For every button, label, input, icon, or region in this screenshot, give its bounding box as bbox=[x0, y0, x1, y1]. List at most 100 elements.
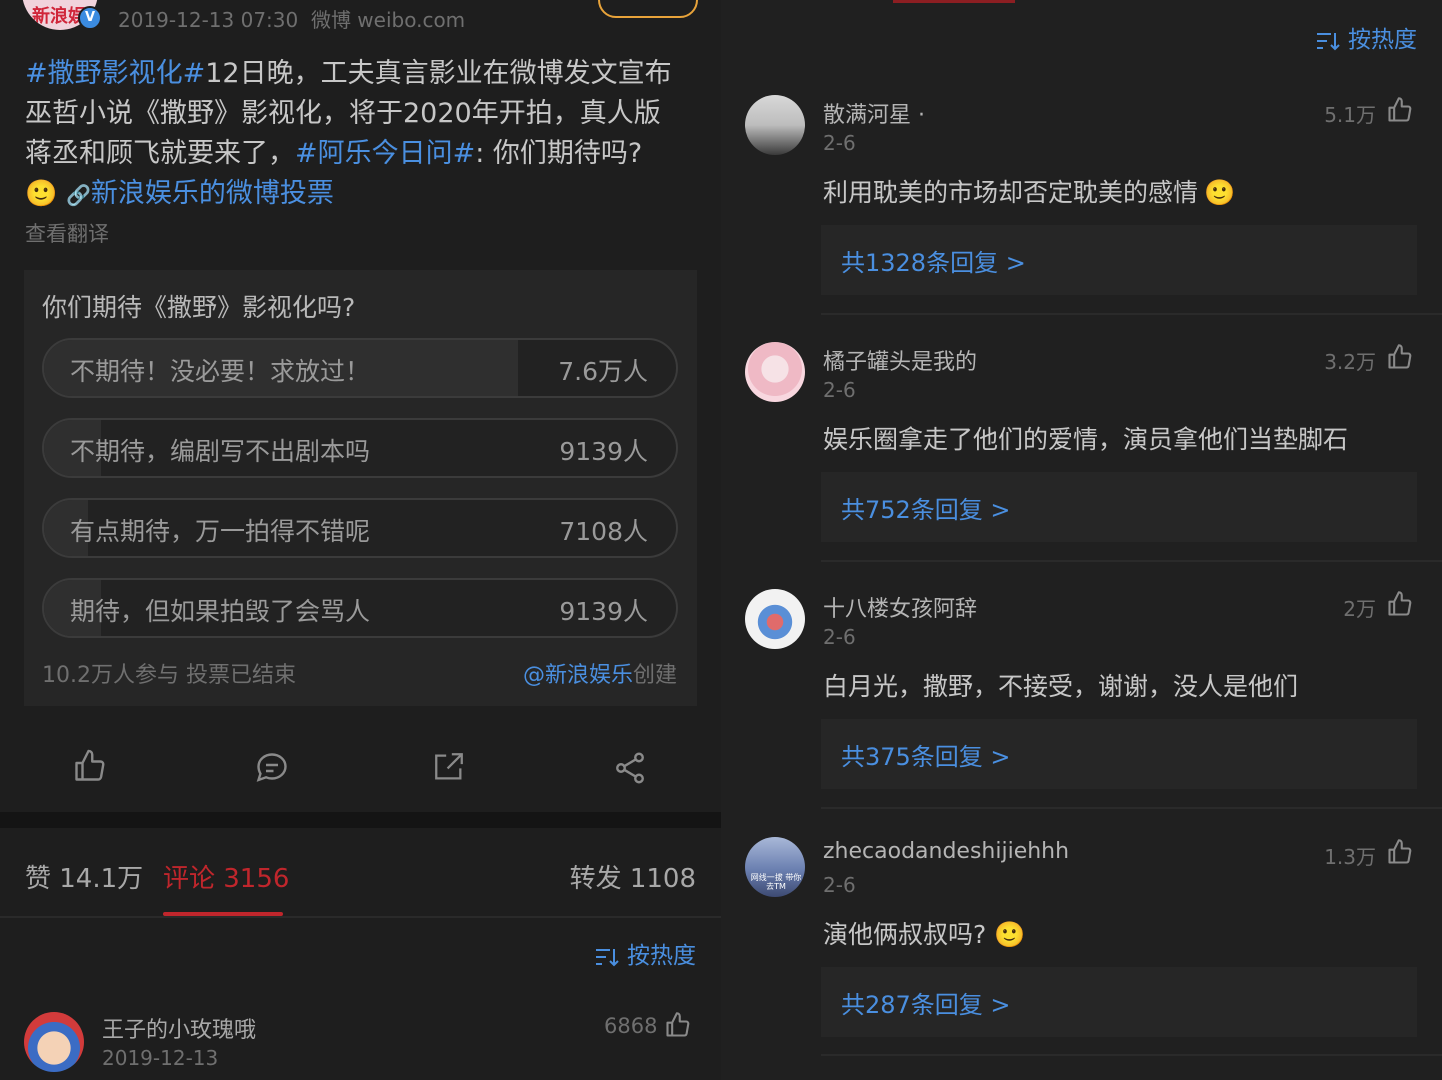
creator-link[interactable]: @新浪娱乐 bbox=[523, 663, 633, 688]
thumb-up-icon bbox=[1388, 591, 1412, 616]
comment-date: 2-6 bbox=[823, 625, 856, 649]
smile-emoji-icon: 🙂 bbox=[994, 920, 1026, 949]
smile-emoji-icon: 🙂 bbox=[25, 179, 58, 209]
commenter-avatar[interactable]: 网线一拔 带你去TM bbox=[745, 837, 805, 897]
comment-date: 2019-12-13 bbox=[102, 1046, 219, 1070]
vote-link[interactable]: 新浪娱乐的微博投票 bbox=[91, 178, 334, 209]
poll-option-1[interactable]: 不期待！没必要！求放过！ 7.6万人 bbox=[42, 338, 678, 398]
poll-option-3[interactable]: 有点期待，万一拍得不错呢 7108人 bbox=[42, 498, 678, 558]
repost-action-button[interactable] bbox=[432, 750, 472, 790]
commenter-username[interactable]: 橘子罐头是我的 bbox=[823, 344, 977, 376]
commenter-username[interactable]: zhecaodandeshijiehhh bbox=[823, 839, 1069, 864]
comment-item: 网线一拔 带你去TM zhecaodandeshijiehhh 2-6 1.3万… bbox=[721, 837, 1442, 1057]
poll-option-count: 9139人 bbox=[559, 437, 648, 466]
comment-like-button[interactable] bbox=[1386, 342, 1414, 376]
follow-button[interactable] bbox=[598, 0, 698, 18]
comment-date: 2-6 bbox=[823, 378, 856, 402]
post-text-line3: 蒋丞和顾飞就要来了， bbox=[25, 138, 295, 169]
thumb-up-icon bbox=[75, 749, 105, 781]
commenter-username[interactable]: 王子的小玫瑰哦 bbox=[102, 1012, 256, 1044]
avatar-caption: 网线一拔 带你去TM bbox=[750, 873, 802, 891]
commenter-avatar[interactable] bbox=[24, 1012, 84, 1072]
commenter-username[interactable]: 十八楼女孩阿辞 bbox=[823, 591, 977, 623]
translate-link[interactable]: 查看翻译 bbox=[25, 218, 109, 248]
comment-item: 十八楼女孩阿辞 2-6 2万 白月光，撒野，不接受，谢谢，没人是他们 共375条… bbox=[721, 589, 1442, 809]
comment-divider bbox=[821, 807, 1442, 809]
comment-like-button[interactable] bbox=[664, 1010, 692, 1044]
poll-question: 你们期待《撒野》影视化吗? bbox=[42, 293, 356, 322]
post-body: #撒野影视化#12日晚，工夫真言影业在微博发文宣布 巫哲小说《撒野》影视化，将于… bbox=[25, 54, 705, 215]
like-action-button[interactable] bbox=[72, 748, 112, 788]
commenter-avatar[interactable] bbox=[745, 95, 805, 155]
poll-option-label: 不期待，编剧写不出剧本吗 bbox=[70, 437, 371, 466]
poll-option-count: 9139人 bbox=[559, 597, 648, 626]
comment-like-button[interactable] bbox=[1386, 95, 1414, 129]
comment-like-count: 2万 bbox=[1343, 597, 1376, 621]
replies-link: 共375条回复 > bbox=[841, 743, 1011, 771]
comment-text: 白月光，撒野，不接受，谢谢，没人是他们 bbox=[823, 672, 1299, 701]
poll-option-count: 7108人 bbox=[559, 517, 648, 546]
comment-like-count: 3.2万 bbox=[1324, 350, 1376, 374]
replies-link: 共752条回复 > bbox=[841, 496, 1011, 524]
sort-button[interactable]: 按热度 bbox=[1315, 20, 1417, 54]
poll-option-label: 期待，但如果拍毁了会骂人 bbox=[70, 597, 371, 626]
smile-emoji-icon: 🙂 bbox=[1204, 178, 1236, 207]
poll-option-count: 7.6万人 bbox=[558, 357, 648, 386]
comment-divider bbox=[821, 560, 1442, 562]
comment-like-count: 6868 bbox=[604, 1014, 658, 1038]
likes-tab[interactable]: 赞 14.1万 bbox=[25, 858, 143, 895]
post-meta: 2019-12-13 07:30 微博 weibo.com bbox=[118, 8, 466, 32]
comments-tab[interactable]: 评论 3156 bbox=[163, 858, 289, 895]
poll-option-label: 不期待！没必要！求放过！ bbox=[70, 357, 371, 386]
section-divider bbox=[0, 812, 721, 828]
poll-option-4[interactable]: 期待，但如果拍毁了会骂人 9139人 bbox=[42, 578, 678, 638]
comment-like-count: 1.3万 bbox=[1324, 845, 1376, 869]
right-screen: 按热度 散满河星 · 2-6 5.1万 利用耽美的市场却否定耽美的感情 🙂 共13… bbox=[721, 0, 1442, 1080]
poll-option-label: 有点期待，万一拍得不错呢 bbox=[70, 517, 371, 546]
comment-action-button[interactable] bbox=[254, 750, 294, 790]
sort-icon bbox=[595, 948, 619, 966]
commenter-avatar[interactable] bbox=[745, 589, 805, 649]
poll-summary: 10.2万人参与 投票已结束 bbox=[42, 663, 296, 688]
hashtag-link[interactable]: #撒野影视化# bbox=[25, 58, 205, 89]
replies-link: 共1328条回复 > bbox=[841, 249, 1026, 277]
share-action-button[interactable] bbox=[612, 750, 652, 790]
sort-button[interactable]: 按热度 bbox=[594, 936, 696, 970]
link-icon: 🔗 bbox=[65, 183, 91, 207]
comment-like-button[interactable] bbox=[1386, 589, 1414, 623]
poll-creator: @新浪娱乐创建 bbox=[523, 657, 677, 689]
repost-icon bbox=[435, 753, 463, 780]
verified-badge-text: V bbox=[84, 10, 96, 25]
commenter-avatar[interactable] bbox=[745, 342, 805, 402]
poll-card: 你们期待《撒野》影视化吗? 10.2万人参与 投票已结束 @新浪娱乐创建 bbox=[24, 270, 697, 706]
sort-label: 按热度 bbox=[1348, 27, 1417, 53]
left-screen: 新浪娱 V 2019-12-13 07:30 微博 weibo.com #撒野影… bbox=[0, 0, 721, 1080]
comment-like-button[interactable] bbox=[1386, 837, 1414, 871]
thumb-up-icon bbox=[1388, 839, 1412, 864]
comment-divider bbox=[821, 1054, 1442, 1056]
comment-item: 散满河星 · 2-6 5.1万 利用耽美的市场却否定耽美的感情 🙂 共1328条回… bbox=[721, 95, 1442, 315]
reposts-tab[interactable]: 转发 1108 bbox=[570, 858, 696, 895]
thumb-up-icon bbox=[1388, 344, 1412, 369]
sort-label: 按热度 bbox=[627, 943, 696, 969]
replies-box[interactable]: 共375条回复 > bbox=[821, 719, 1417, 789]
hashtag-link-2[interactable]: #阿乐今日问# bbox=[295, 138, 475, 169]
thumb-up-icon bbox=[666, 1012, 690, 1037]
post-text-line3b: : 你们期待吗? bbox=[475, 138, 643, 169]
replies-box[interactable]: 共287条回复 > bbox=[821, 967, 1417, 1037]
replies-link: 共287条回复 > bbox=[841, 991, 1011, 1019]
top-active-indicator bbox=[893, 0, 1015, 3]
tabs-divider bbox=[0, 916, 721, 918]
post-text-line1: 12日晚，工夫真言影业在微博发文宣布 bbox=[205, 58, 672, 89]
commenter-username[interactable]: 散满河星 · bbox=[823, 97, 925, 129]
comment-item: 橘子罐头是我的 2-6 3.2万 娱乐圈拿走了他们的爱情，演员拿他们当垫脚石 共… bbox=[721, 342, 1442, 562]
poll-option-2[interactable]: 不期待，编剧写不出剧本吗 9139人 bbox=[42, 418, 678, 478]
creator-suffix: 创建 bbox=[632, 663, 677, 688]
comment-icon bbox=[256, 753, 287, 782]
sort-icon bbox=[1316, 32, 1340, 50]
replies-box[interactable]: 共752条回复 > bbox=[821, 472, 1417, 542]
comment-like-count: 5.1万 bbox=[1324, 103, 1376, 127]
replies-box[interactable]: 共1328条回复 > bbox=[821, 225, 1417, 295]
comment-date: 2-6 bbox=[823, 873, 856, 897]
comment-text: 演他俩叔叔吗? 🙂 bbox=[823, 915, 1025, 951]
